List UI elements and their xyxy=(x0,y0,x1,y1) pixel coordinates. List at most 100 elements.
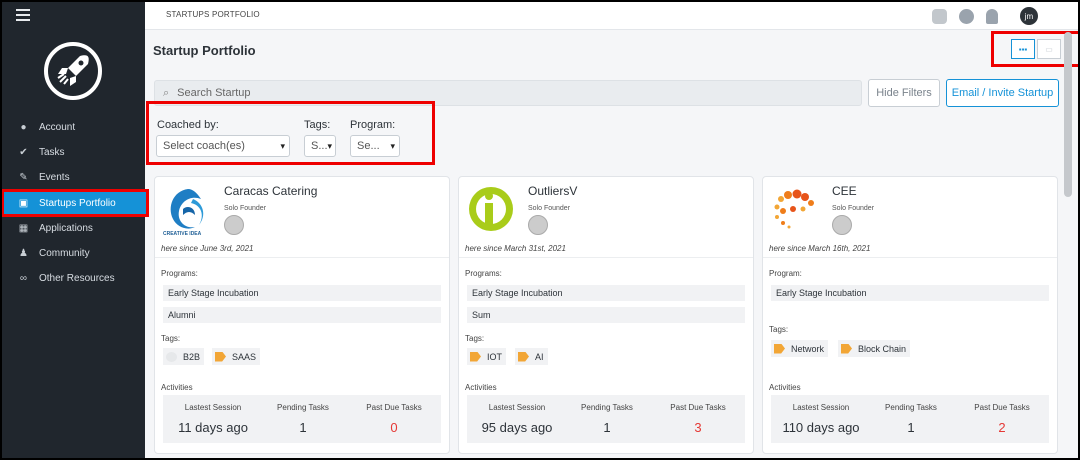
activities-panel: Lastest Session 110 days ago Pending Tas… xyxy=(771,395,1049,443)
tag-label: SAAS xyxy=(232,351,257,362)
activities-label: Activities xyxy=(465,383,497,392)
latest-session-label: Lastest Session xyxy=(488,403,546,412)
applications-icon: ▦ xyxy=(18,223,29,234)
coached-by-label: Coached by: xyxy=(157,119,219,131)
search-placeholder: Search Startup xyxy=(177,87,251,99)
divider xyxy=(459,257,753,258)
programs-label: Program: xyxy=(769,269,802,278)
tags-select[interactable]: S... ▾ xyxy=(304,135,336,157)
activities-panel: Lastest Session 95 days ago Pending Task… xyxy=(467,395,745,443)
sidebar-item-label: Community xyxy=(39,248,90,259)
tag[interactable]: Network xyxy=(771,340,829,357)
founder-label: Solo Founder xyxy=(832,205,875,212)
pending-tasks-label: Pending Tasks xyxy=(277,403,329,412)
list-icon: ▭ xyxy=(1045,44,1053,54)
past-due-tasks-label: Past Due Tasks xyxy=(974,403,1030,412)
since-date: here since March 16th, 2021 xyxy=(769,244,871,253)
activities-label: Activities xyxy=(769,383,801,392)
sidebar-item-tasks[interactable]: ✔ Tasks xyxy=(2,140,145,165)
divider xyxy=(763,257,1057,258)
scrollbar[interactable] xyxy=(1064,32,1072,197)
past-due-tasks: Past Due Tasks 2 xyxy=(959,395,1045,435)
latest-session-value: 95 days ago xyxy=(481,420,553,435)
tags-select-value: S... xyxy=(311,140,328,152)
chevron-down-icon: ▾ xyxy=(390,140,395,151)
tag-icon xyxy=(774,343,785,354)
tag[interactable]: AI xyxy=(515,348,548,365)
since-date: here since June 3rd, 2021 xyxy=(161,244,254,253)
sidebar-item-label: Events xyxy=(39,172,70,183)
tag[interactable]: SAAS xyxy=(212,348,261,365)
coach-select[interactable]: Select coach(es) ▾ xyxy=(156,135,290,157)
startup-logo xyxy=(467,185,517,239)
past-due-tasks: Past Due Tasks 3 xyxy=(655,395,741,435)
sidebar-item-label: Applications xyxy=(39,223,93,234)
founder-avatar[interactable] xyxy=(224,215,244,235)
tag[interactable]: IOT xyxy=(467,348,506,365)
startup-name[interactable]: OutliersV xyxy=(528,184,577,198)
grid-icon: ▪▪▪ xyxy=(1018,44,1028,54)
pending-tasks-value: 1 xyxy=(299,420,307,435)
program-item: Sum xyxy=(467,307,745,323)
program-select[interactable]: Se... ▾ xyxy=(350,135,400,157)
founder-avatar[interactable] xyxy=(832,215,852,235)
tag[interactable]: B2B xyxy=(163,348,205,365)
startup-card[interactable]: OutliersV Solo Founder here since March … xyxy=(458,176,754,454)
sidebar-item-account[interactable]: ● Account xyxy=(2,115,145,140)
latest-session-label: Lastest Session xyxy=(792,403,850,412)
startup-card[interactable]: CREATIVE IDEA Caracas Catering Solo Foun… xyxy=(154,176,450,454)
rocket-logo[interactable] xyxy=(44,42,102,100)
list-view-button[interactable]: ▭ xyxy=(1037,39,1061,59)
tag-icon xyxy=(215,351,226,362)
hide-filters-button[interactable]: Hide Filters xyxy=(868,79,940,107)
bell-icon[interactable] xyxy=(986,8,998,24)
check-circle-icon: ✔ xyxy=(19,147,28,158)
pending-tasks: Pending Tasks 1 xyxy=(263,395,343,435)
menu-icon[interactable] xyxy=(16,9,30,24)
startup-card[interactable]: CEE Solo Founder here since March 16th, … xyxy=(762,176,1058,454)
tags-label: Tags: xyxy=(769,325,789,334)
page-title: Startup Portfolio xyxy=(153,43,256,58)
avatar[interactable]: jm xyxy=(1020,7,1038,25)
sidebar-item-other-resources[interactable]: ∞ Other Resources xyxy=(2,266,145,291)
program-item: Early Stage Incubation xyxy=(467,285,745,301)
latest-session-value: 11 days ago xyxy=(178,420,248,435)
tags-label: Tags: xyxy=(304,119,331,131)
program-item: Early Stage Incubation xyxy=(771,285,1049,301)
main-content: Startup Portfolio ▪▪▪ ▭ ⌕ Search Startup… xyxy=(145,31,1078,458)
founder-avatar[interactable] xyxy=(528,215,548,235)
tag[interactable]: Block Chain xyxy=(838,340,911,357)
pending-tasks-label: Pending Tasks xyxy=(581,403,633,412)
top-bar: STARTUPS PORTFOLIO jm xyxy=(145,2,1078,30)
startup-logo-text: CREATIVE IDEA xyxy=(163,231,202,237)
startup-logo xyxy=(771,185,821,239)
portfolio-icon: ▣ xyxy=(18,197,29,209)
tags-label: Tags: xyxy=(161,334,181,343)
program-item: Early Stage Incubation xyxy=(163,285,441,301)
startup-name[interactable]: CEE xyxy=(832,184,857,198)
link-icon: ∞ xyxy=(19,273,28,284)
breadcrumb: STARTUPS PORTFOLIO xyxy=(166,10,260,19)
megaphone-icon: ✎ xyxy=(19,172,28,183)
latest-session-label: Lastest Session xyxy=(184,403,242,412)
tag-label: AI xyxy=(535,351,544,362)
latest-session: Lastest Session 11 days ago xyxy=(163,395,263,435)
tags-label: Tags: xyxy=(465,334,485,343)
users-icon[interactable] xyxy=(932,8,947,24)
top-icons: jm xyxy=(932,7,1038,25)
sidebar-item-events[interactable]: ✎ Events xyxy=(2,165,145,190)
tag-icon xyxy=(841,343,852,354)
startup-logo: CREATIVE IDEA xyxy=(163,185,213,239)
sidebar-item-applications[interactable]: ▦ Applications xyxy=(2,216,145,241)
sidebar-item-community[interactable]: ♟ Community xyxy=(2,241,145,266)
past-due-tasks: Past Due Tasks 0 xyxy=(351,395,437,435)
sidebar-item-startups-portfolio[interactable]: ▣ Startups Portfolio xyxy=(2,189,149,217)
chevron-down-icon: ▾ xyxy=(327,140,333,151)
sidebar-nav: ● Account ✔ Tasks ✎ Events ▣ Startups Po… xyxy=(2,115,149,291)
sidebar-item-label: Tasks xyxy=(39,147,65,158)
email-invite-button[interactable]: Email / Invite Startup xyxy=(946,79,1059,107)
tag-icon xyxy=(470,351,481,362)
check-circle-icon[interactable] xyxy=(959,8,974,24)
grid-view-button[interactable]: ▪▪▪ xyxy=(1011,39,1035,59)
startup-name[interactable]: Caracas Catering xyxy=(224,184,317,198)
